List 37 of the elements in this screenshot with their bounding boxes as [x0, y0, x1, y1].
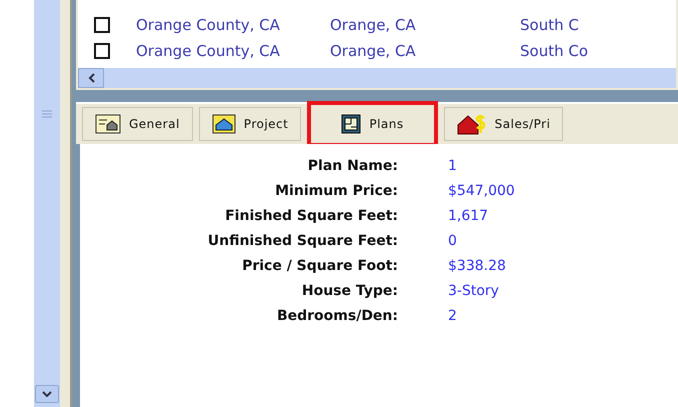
- field-value: 2: [448, 308, 458, 324]
- field-value: $338.28: [448, 258, 507, 274]
- list-cell-text: South Co: [520, 42, 590, 60]
- field-label: Plan Name:: [306, 158, 398, 174]
- tab[interactable]: Sales/Pri: [444, 107, 564, 141]
- list-cell-text: Orange, CA: [330, 16, 417, 34]
- field-label: Minimum Price:: [274, 183, 398, 199]
- house-card-icon: [95, 114, 121, 134]
- field-label: Bedrooms/Den:: [276, 308, 398, 324]
- tab[interactable]: Plans: [307, 101, 438, 147]
- scroll-down-button[interactable]: [35, 385, 59, 403]
- field-value: 1: [448, 158, 458, 174]
- list-cell-text: Orange County, CA: [136, 16, 281, 34]
- house-dollar-icon: [456, 113, 487, 135]
- house-icon: [212, 114, 236, 134]
- chevron-left-icon: [88, 73, 94, 83]
- field-label: Finished Square Feet:: [224, 208, 398, 224]
- field-value: $547,000: [448, 183, 516, 199]
- checkbox[interactable]: [94, 43, 110, 59]
- field-value: 1,617: [448, 208, 490, 224]
- vertical-scrollbar[interactable]: [34, 0, 60, 407]
- grip-icon: [42, 110, 52, 118]
- field-label: Price / Square Foot:: [241, 258, 398, 274]
- list-cell-text: Orange County, CA: [136, 42, 281, 60]
- field-label: Unfinished Square Feet:: [206, 233, 398, 249]
- list-cell-text: Orange, CA: [330, 42, 417, 60]
- field-value: 0: [448, 233, 458, 249]
- tab[interactable]: Project: [198, 107, 302, 141]
- checkbox[interactable]: [94, 17, 110, 33]
- tab[interactable]: General: [82, 107, 193, 141]
- scroll-left-button[interactable]: [78, 68, 104, 88]
- floor-plan-icon: [341, 114, 362, 134]
- list-cell-text: South C: [520, 16, 580, 34]
- field-label: House Type:: [300, 283, 398, 299]
- horizontal-scrollbar[interactable]: [78, 68, 676, 88]
- chevron-down-icon: [42, 391, 52, 397]
- field-value: 3-Story: [448, 283, 500, 299]
